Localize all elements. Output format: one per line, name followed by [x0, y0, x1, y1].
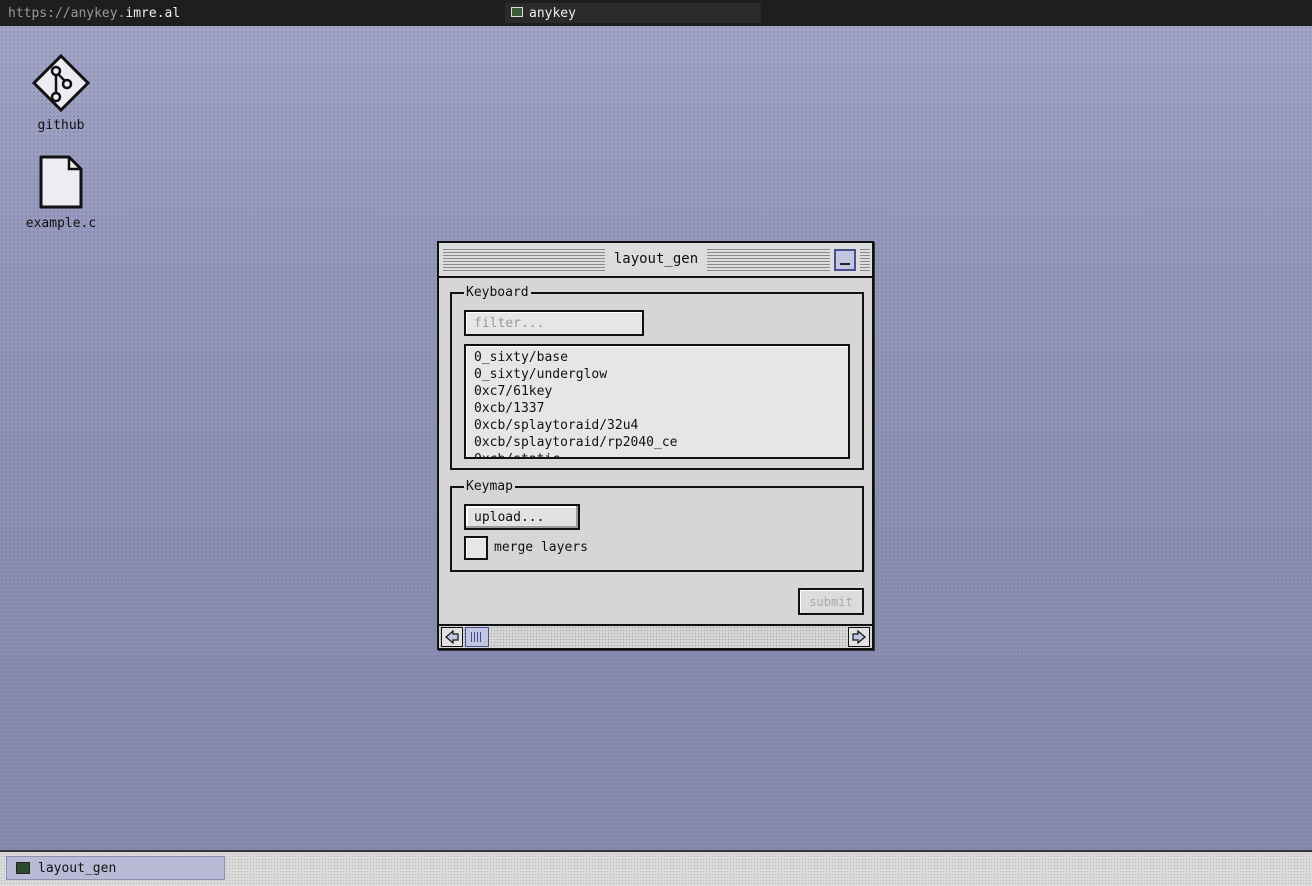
desktop-icon-github[interactable]: github — [16, 54, 106, 136]
keyboard-legend: Keyboard — [464, 285, 531, 301]
desktop-icon-example-c[interactable]: example.c — [16, 154, 106, 234]
titlebar-stripes — [860, 249, 870, 271]
keyboard-group: Keyboard 0_sixty/base0_sixty/underglow0x… — [450, 285, 864, 470]
taskbar-item-label: layout_gen — [38, 861, 117, 876]
keyboard-list-items: 0_sixty/base 0_sixty/underglow 0xc7/61key 0… — [466, 346, 848, 457]
keymap-legend: Keymap — [464, 479, 515, 495]
keyboard-list-item[interactable]: 0xc7/61key — [474, 383, 848, 400]
titlebar-stripes — [707, 249, 830, 271]
layout-gen-window: layout_gen Keyboard 0_sixty/base0_sixty/… — [437, 241, 874, 650]
horizontal-scrollbar[interactable] — [439, 624, 872, 648]
github-diamond-icon — [32, 54, 90, 112]
keyboard-list-item[interactable]: 0xcb/1337 — [474, 400, 848, 417]
keyboard-list-item[interactable]: 0_sixty/underglow — [474, 366, 848, 383]
scroll-right-button[interactable] — [848, 627, 870, 647]
url-prefix: https://anykey. — [8, 6, 126, 21]
browser-top-bar: https://anykey.imre.al anykey — [0, 0, 1312, 26]
window-titlebar[interactable]: layout_gen — [439, 243, 872, 278]
scroll-thumb[interactable] — [465, 627, 489, 647]
taskbar: layout_gen — [0, 850, 1312, 886]
minimize-button[interactable] — [834, 249, 856, 271]
top-task-anykey[interactable]: anykey — [505, 3, 761, 23]
titlebar-stripes — [443, 249, 605, 271]
keyboard-list-item[interactable]: 0xcb/splaytoraid/32u4 — [474, 417, 848, 434]
upload-button[interactable]: upload... — [464, 504, 580, 530]
merge-layers-label: merge layers — [494, 540, 588, 555]
keyboard-list[interactable]: 0_sixty/base 0_sixty/underglow 0xc7/61key 0… — [464, 344, 850, 459]
keyboard-list-item[interactable]: 0_sixty/base — [474, 349, 848, 366]
merge-layers-checkbox[interactable] — [464, 536, 488, 560]
window-title: layout_gen — [605, 251, 707, 267]
arrow-right-icon — [852, 629, 866, 645]
keyboard-list-item[interactable]: 0xcb/static — [474, 451, 848, 457]
keyboard-list-item[interactable]: 0xcb/splaytoraid/rp2040_ce — [474, 434, 848, 451]
terminal-icon — [511, 7, 523, 17]
top-task-label: anykey — [529, 6, 576, 21]
file-icon — [39, 155, 83, 209]
minimize-icon — [840, 263, 850, 265]
desktop-icon-label: github — [37, 118, 85, 133]
submit-button[interactable]: submit — [798, 588, 864, 615]
scroll-left-button[interactable] — [441, 627, 463, 647]
url-text[interactable]: https://anykey.imre.al — [8, 6, 180, 21]
filter-input[interactable] — [464, 310, 644, 336]
url-host: imre.al — [125, 6, 181, 21]
arrow-left-icon — [445, 629, 459, 645]
taskbar-item-layout-gen[interactable]: layout_gen — [6, 856, 225, 880]
desktop-icon-label: example.c — [25, 216, 97, 231]
keymap-group: Keymap upload... merge layers — [450, 479, 864, 572]
terminal-icon — [16, 862, 30, 874]
